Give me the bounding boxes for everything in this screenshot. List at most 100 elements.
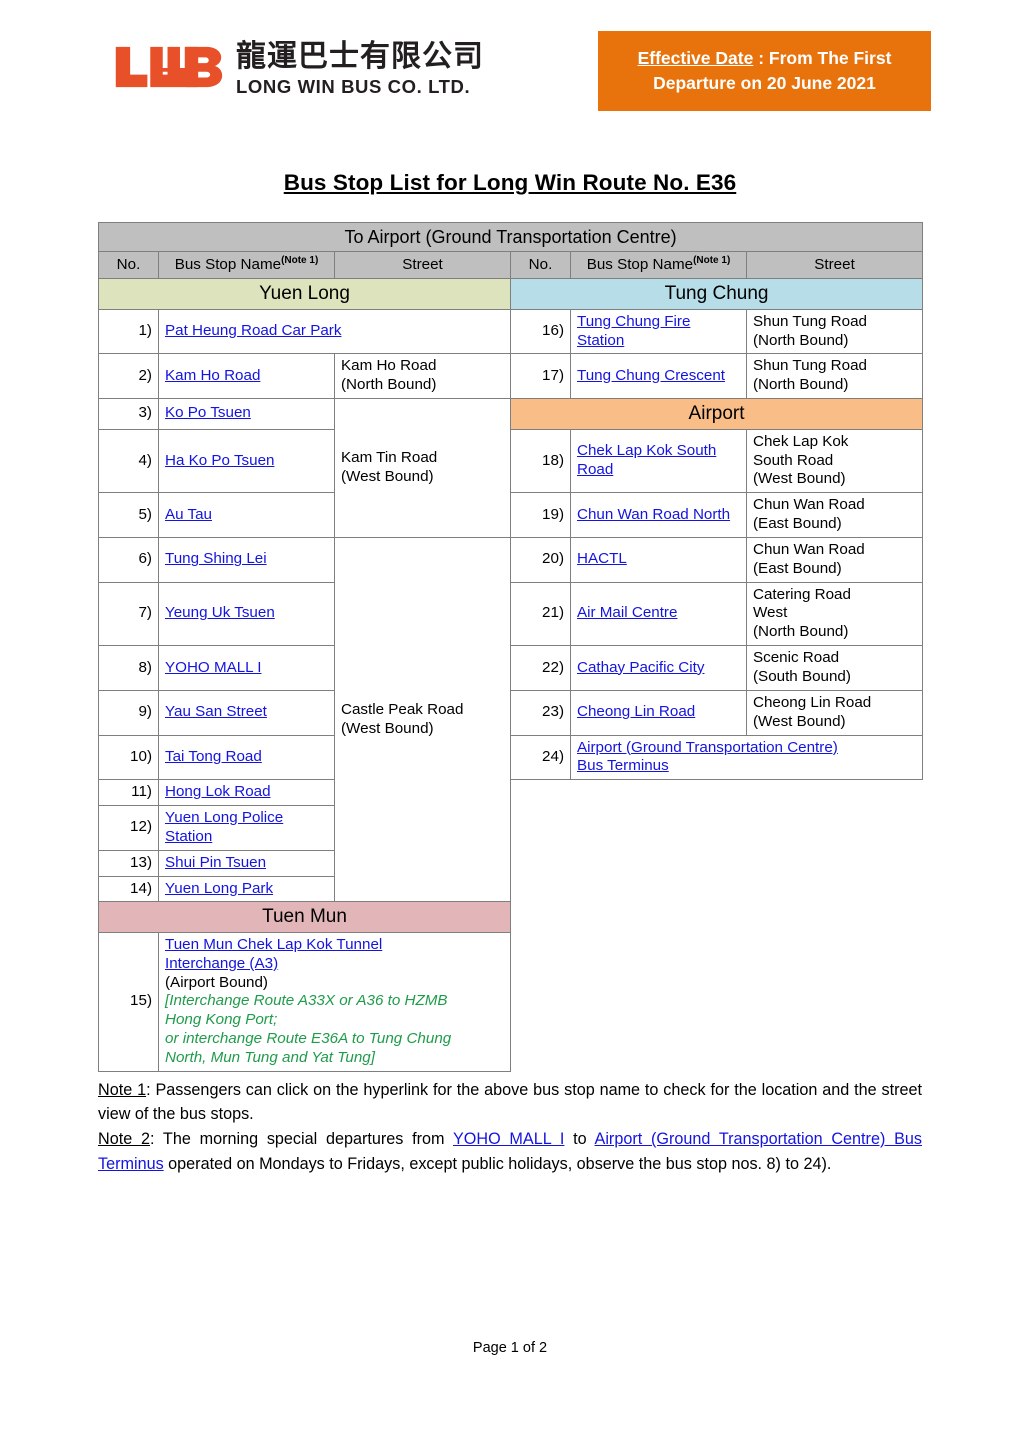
col-header-name-left-note: (Note 1) (281, 255, 319, 267)
stop-name-cell[interactable]: Kam Ho Road (158, 353, 335, 400)
page-footer: Page 1 of 2 (0, 1340, 1020, 1356)
stop-direction-note: (Airport Bound) (165, 973, 268, 991)
stop-name-cell[interactable]: Ha Ko Po Tsuen (158, 428, 335, 494)
stop-name-cell[interactable]: Ko Po Tsuen (158, 398, 335, 430)
col-header-no-right: No. (510, 251, 571, 280)
page-title: Bus Stop List for Long Win Route No. E36 (283, 170, 737, 195)
stop-no: 2) (98, 353, 159, 400)
stop-name-link[interactable]: Ko Po Tsuen (165, 404, 251, 421)
stop-name-cell[interactable]: Tung Shing Lei (158, 536, 335, 583)
stop-no: 12) (98, 805, 159, 851)
stop-name-link-line1[interactable]: Tuen Mun Chek Lap Kok Tunnel (165, 936, 382, 953)
table-row: 11) Hong Lok Road (98, 779, 923, 807)
stop-name-link[interactable]: Tung Chung Fire Station (577, 313, 690, 349)
logo-wordmark: 龍運巴士有限公司 LONG WIN BUS CO. LTD. (236, 42, 484, 97)
stop-no: 9) (98, 689, 159, 736)
note-1: Note 1: Passengers can click on the hype… (98, 1078, 922, 1127)
note-2-link-yoho-mall[interactable]: YOHO MALL I (453, 1130, 564, 1148)
stop-name-cell[interactable]: Tung Chung Crescent (570, 353, 747, 400)
stop-name-cell[interactable]: Shui Pin Tsuen (158, 849, 335, 877)
stop-name-link[interactable]: Air Mail Centre (577, 604, 677, 621)
effective-date-separator: : (753, 47, 769, 68)
note-2-part-2: to (564, 1130, 595, 1149)
stop-name-link[interactable]: Tung Chung Crescent (577, 367, 725, 384)
stop-name-link-line1[interactable]: Airport (Ground Transportation Centre) (577, 739, 838, 756)
stop-name-cell[interactable]: Yau San Street (158, 689, 335, 736)
stop-name-link[interactable]: YOHO MALL I (165, 659, 262, 676)
stop-name-link[interactable]: Shui Pin Tsuen (165, 854, 266, 871)
stop-name-link[interactable]: Yeung Uk Tsuen (165, 604, 275, 621)
table-row: 5) Au Tau 19) Chun Wan Road North Chun W… (98, 492, 924, 538)
table-row: 4) Ha Ko Po Tsuen 18) Chek Lap Kok South… (98, 428, 924, 494)
stop-name-cell[interactable]: Airport (Ground Transportation Centre) B… (569, 734, 924, 781)
company-logo: 龍運巴士有限公司 LONG WIN BUS CO. LTD. (112, 42, 484, 97)
stop-name-link[interactable]: Pat Heung Road Car Park (165, 322, 341, 339)
table-row: 3) Ko Po Tsuen Kam Tin Road (West Bound)… (98, 398, 924, 538)
interchange-note-line4: North, Mun Tung and Yat Tung] (165, 1049, 375, 1067)
stop-name-cell[interactable]: Cheong Lin Road (570, 689, 747, 736)
stop-name-cell[interactable]: Yuen Long Park (158, 875, 335, 903)
table-row: 10) Tai Tong Road 24) Airport (Ground Tr… (98, 734, 924, 781)
stop-name-cell[interactable]: Yeung Uk Tsuen (158, 581, 335, 647)
stop-name-link-line2[interactable]: Interchange (A3) (165, 955, 278, 972)
col-header-name-right-note: (Note 1) (693, 255, 731, 267)
street-cell: Chun Wan Road (East Bound) (745, 536, 924, 583)
effective-date-line-2: Departure on 20 June 2021 (653, 73, 876, 93)
stop-name-cell[interactable]: HACTL (570, 536, 747, 583)
street-cell: Scenic Road (South Bound) (745, 645, 924, 691)
effective-date-line-1: Effective Date : From The First (638, 46, 892, 71)
col-header-name-right: Bus Stop Name(Note 1) (570, 251, 747, 280)
stop-name-cell[interactable]: Air Mail Centre (570, 581, 747, 647)
stop-name-link[interactable]: Tung Shing Lei (165, 550, 267, 567)
stop-name-link[interactable]: Hong Lok Road (165, 783, 271, 800)
street-cell: Chun Wan Road (East Bound) (745, 492, 924, 538)
note-2: Note 2: The morning special departures f… (98, 1127, 922, 1176)
table-main-header: To Airport (Ground Transportation Centre… (97, 221, 924, 253)
col-header-name-right-text: Bus Stop Name (586, 256, 694, 274)
stop-no: 21) (510, 581, 571, 647)
band-yuen-long: Yuen Long (98, 278, 511, 310)
stop-name-link[interactable]: Au Tau (165, 506, 212, 523)
stop-name-link[interactable]: Cheong Lin Road (577, 703, 695, 720)
stop-name-cell[interactable]: Chun Wan Road North (570, 492, 747, 538)
stop-name-cell[interactable]: Tai Tong Road (158, 734, 335, 781)
stop-name-link[interactable]: HACTL (577, 550, 627, 567)
stop-name-link[interactable]: Chun Wan Road North (577, 506, 730, 523)
stop-name-cell[interactable]: Hong Lok Road (158, 779, 335, 807)
stop-no: 10) (98, 734, 159, 781)
stop-name-cell[interactable]: YOHO MALL I (158, 645, 335, 691)
logo-chinese-name: 龍運巴士有限公司 (236, 39, 484, 74)
page-number: Page 1 of 2 (472, 1340, 548, 1356)
stop-name-link[interactable]: Chek Lap Kok South Road (577, 442, 716, 478)
stop-name-link[interactable]: Yau San Street (165, 703, 267, 720)
stop-name-cell[interactable]: Yuen Long Police Station (158, 805, 335, 851)
empty-filler (511, 780, 923, 1072)
stop-no: 23) (510, 689, 571, 736)
effective-date-label: Effective Date (637, 47, 754, 68)
stop-name-link[interactable]: Yuen Long Police Station (165, 809, 283, 845)
stop-name-cell[interactable]: Tung Chung Fire Station (570, 308, 747, 355)
interchange-note-line3: or interchange Route E36A to Tung Chung (165, 1030, 452, 1048)
logo-english-name: LONG WIN BUS CO. LTD. (236, 76, 471, 97)
stop-no: 17) (510, 353, 571, 400)
stop-name-cell[interactable]: Pat Heung Road Car Park (158, 308, 511, 355)
stop-name-link[interactable]: Yuen Long Park (165, 880, 273, 897)
stop-name-cell[interactable]: Tuen Mun Chek Lap Kok Tunnel Interchange… (158, 931, 511, 1072)
stop-no: 13) (98, 849, 159, 877)
stop-no: 15) (98, 931, 159, 1072)
stop-no: 19) (510, 492, 571, 538)
stop-name-cell[interactable]: Cathay Pacific City (570, 645, 747, 691)
document-page: 龍運巴士有限公司 LONG WIN BUS CO. LTD. Effective… (0, 0, 1020, 1442)
street-cell: Shun Tung Road (North Bound) (745, 353, 924, 400)
stop-name-cell[interactable]: Chek Lap Kok South Road (570, 428, 747, 494)
stop-name-link[interactable]: Tai Tong Road (165, 748, 262, 765)
stop-name-link[interactable]: Kam Ho Road (165, 367, 260, 384)
note-2-label: Note 2 (98, 1130, 150, 1149)
stop-no: 1) (98, 308, 159, 355)
stop-no: 14) (98, 875, 159, 903)
stop-name-link[interactable]: Cathay Pacific City (577, 659, 704, 676)
stop-name-link[interactable]: Ha Ko Po Tsuen (165, 452, 274, 469)
stop-no: 16) (510, 308, 571, 355)
stop-name-cell[interactable]: Au Tau (158, 492, 335, 538)
stop-name-link-line2[interactable]: Bus Terminus (577, 757, 669, 774)
